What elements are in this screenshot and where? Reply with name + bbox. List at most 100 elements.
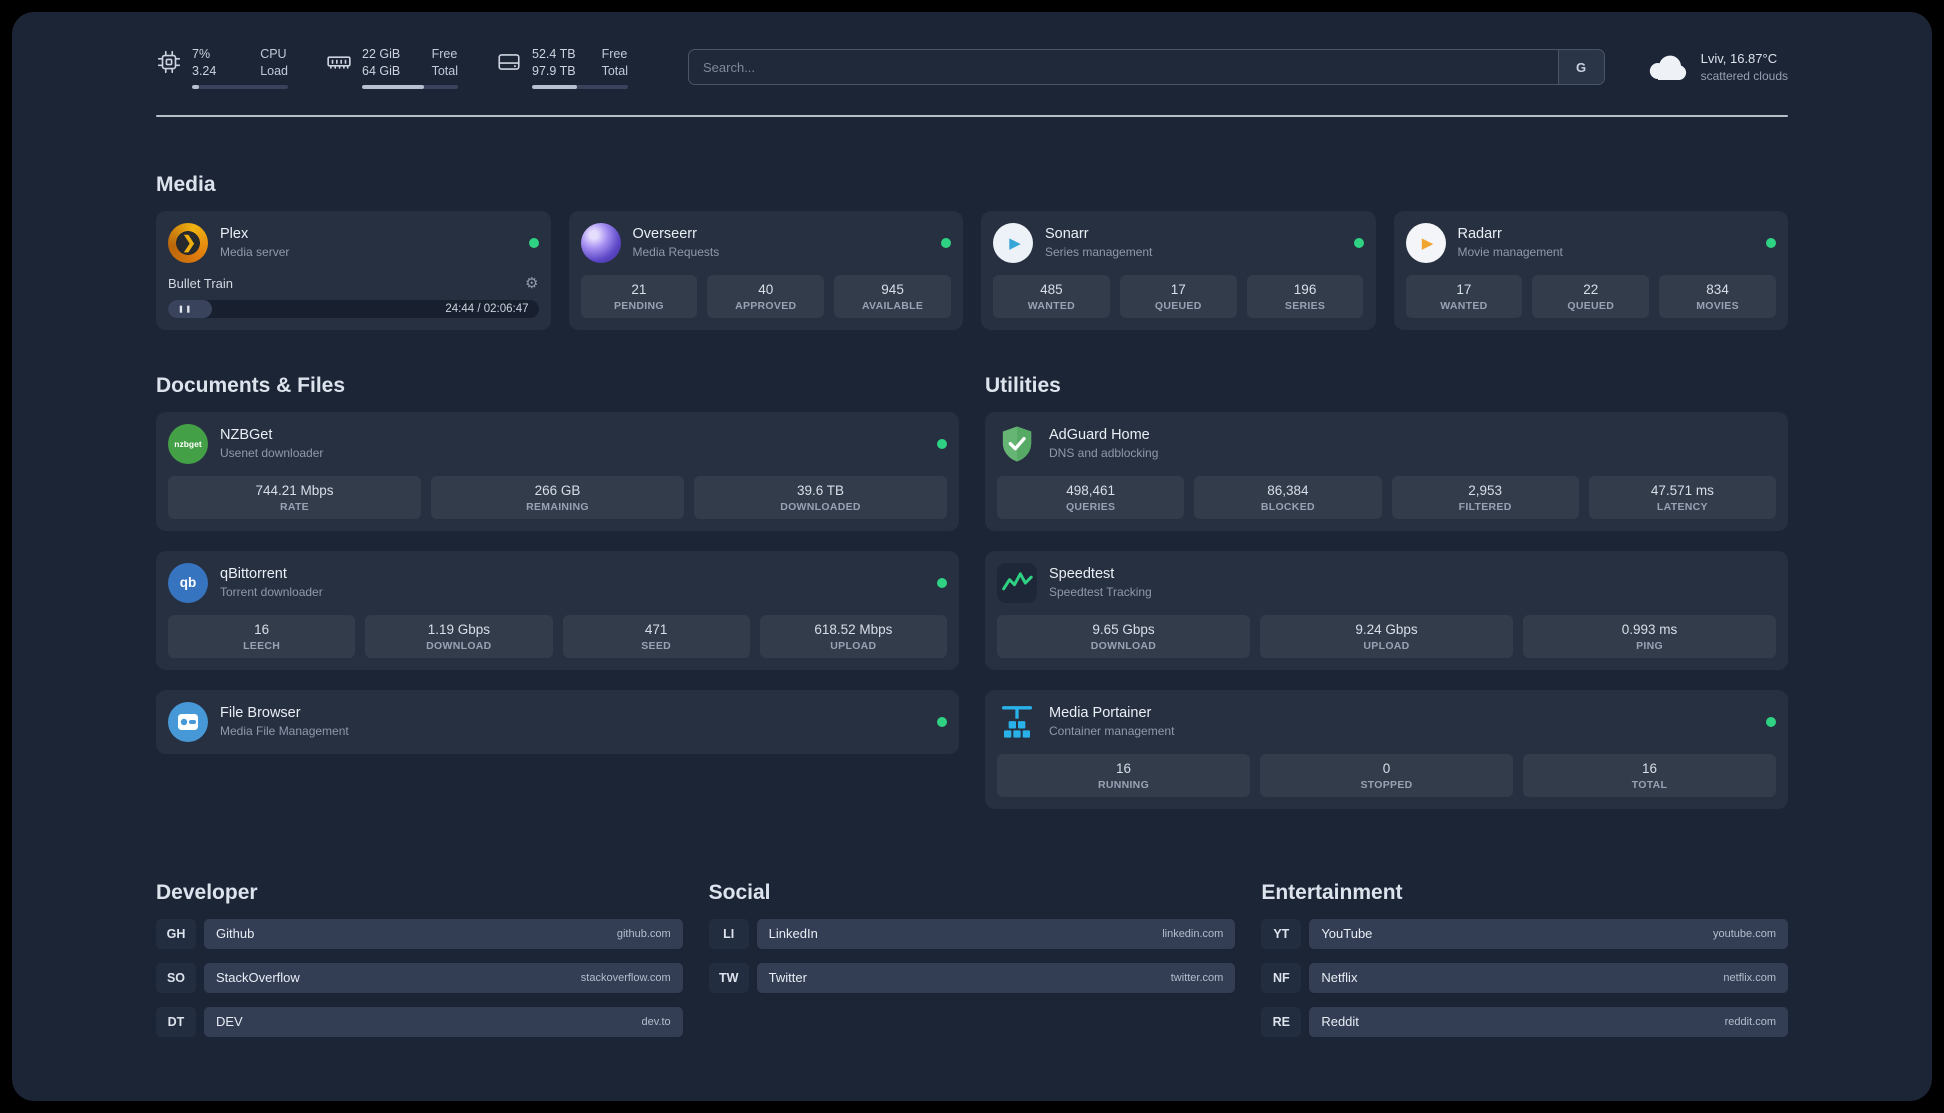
service-name: Speedtest <box>1049 566 1115 583</box>
section-title-entertainment: Entertainment <box>1261 880 1403 904</box>
bookmark-name: LinkedIn <box>768 926 818 942</box>
disk-drive-icon <box>496 49 522 75</box>
speedtest-graph-icon <box>997 562 1037 603</box>
bookmark-reddit[interactable]: RE Reddit reddit.com <box>1261 1006 1788 1037</box>
bookmark-group-entertainment: Entertainment YT YouTube youtube.com NF … <box>1261 881 1788 1051</box>
section-title-developer: Developer <box>156 880 258 904</box>
service-subtitle: Media Requests <box>632 244 720 259</box>
stat-running: 16 RUNNING <box>997 753 1250 797</box>
service-card-radarr[interactable]: ▶ Radarr Movie management 17 WANTED 22 Q… <box>1393 210 1788 330</box>
bookmark-name: DEV <box>216 1014 243 1030</box>
filebrowser-icon <box>168 701 208 742</box>
stat-movies: 834 MOVIES <box>1659 274 1776 318</box>
adguard-shield-icon <box>997 424 1037 464</box>
portainer-crane-icon <box>997 702 1037 742</box>
service-subtitle: Media server <box>220 244 290 259</box>
service-name: Media Portainer <box>1049 705 1152 722</box>
stat-remaining: 266 GB REMAINING <box>431 475 684 519</box>
disk-free-value: 52.4 TB <box>532 47 576 61</box>
service-card-filebrowser[interactable]: File Browser Media File Management <box>156 689 959 754</box>
status-dot <box>941 237 951 248</box>
service-card-sonarr[interactable]: ▶ Sonarr Series management 485 WANTED 17… <box>981 210 1376 330</box>
service-name: AdGuard Home <box>1049 427 1150 444</box>
memory-total-value: 64 GiB <box>362 63 401 78</box>
bookmark-name: YouTube <box>1321 926 1373 942</box>
bookmark-domain: github.com <box>616 927 671 940</box>
service-subtitle: Movie management <box>1457 244 1563 259</box>
bookmark-stackoverflow[interactable]: SO StackOverflow stackoverflow.com <box>156 962 683 993</box>
cpu-percent: 7% <box>192 47 211 61</box>
pause-button[interactable]: ❚❚ <box>178 305 193 313</box>
service-card-plex[interactable]: ❯ Plex Media server Bullet Train ⚙ ❚❚ 24… <box>156 210 551 330</box>
settings-gear-icon[interactable]: ⚙ <box>525 276 538 291</box>
service-card-overseerr[interactable]: Overseerr Media Requests 21 PENDING 40 A… <box>568 210 963 330</box>
cpu-widget: 7% 3.24 CPU Load <box>156 46 288 89</box>
service-card-adguard[interactable]: AdGuard Home DNS and adblocking 498,461 … <box>985 411 1788 531</box>
stat-download: 9.65 Gbps DOWNLOAD <box>997 614 1250 658</box>
bookmark-dev[interactable]: DT DEV dev.to <box>156 1006 683 1037</box>
now-playing-title: Bullet Train <box>168 275 234 291</box>
bookmark-domain: netflix.com <box>1723 971 1776 984</box>
status-dot <box>937 577 947 588</box>
disk-free-label: Free <box>601 47 628 61</box>
stat-wanted: 17 WANTED <box>1405 274 1523 318</box>
service-card-nzbget[interactable]: nzbget NZBGet Usenet downloader 744.21 M… <box>156 411 959 531</box>
bookmark-name: Netflix <box>1321 970 1358 986</box>
bookmark-group-social: Social LI LinkedIn linkedin.com TW Twitt… <box>708 880 1236 1007</box>
stat-leech: 16 LEECH <box>168 614 356 658</box>
service-name: Plex <box>220 226 249 243</box>
playback-progress-bar[interactable]: ❚❚ 24:44 / 02:06:47 <box>168 299 539 318</box>
status-dot <box>1766 237 1776 248</box>
bookmark-abbr: TW <box>708 962 749 993</box>
disk-widget: 52.4 TB 97.9 TB Free Total <box>496 46 628 89</box>
service-card-portainer[interactable]: Media Portainer Container management 16 … <box>985 689 1788 809</box>
status-dot <box>1766 716 1776 727</box>
search-input[interactable] <box>689 50 1558 85</box>
search-provider-button[interactable]: G <box>1557 50 1604 85</box>
service-card-speedtest[interactable]: Speedtest Speedtest Tracking 9.65 Gbps D… <box>985 550 1788 670</box>
memory-widget: 22 GiB 64 GiB Free Total <box>326 46 458 89</box>
service-card-qbittorrent[interactable]: qb qBittorrent Torrent downloader 16 LEE… <box>156 550 959 670</box>
cpu-load: 3.24 <box>192 63 217 78</box>
stat-queries: 498,461 QUERIES <box>997 475 1185 519</box>
disk-usage-bar <box>532 84 628 89</box>
weather-widget: Lviv, 16.87°C scattered clouds <box>1647 51 1788 83</box>
bookmark-domain: youtube.com <box>1713 927 1776 940</box>
service-subtitle: Series management <box>1045 244 1153 259</box>
stat-seed: 471 SEED <box>562 614 750 658</box>
status-dot <box>1353 237 1364 248</box>
overseerr-icon <box>580 222 621 263</box>
service-name: File Browser <box>220 705 301 722</box>
weather-location: Lviv, 16.87°C <box>1700 51 1778 67</box>
qbittorrent-icon: qb <box>168 562 208 603</box>
disk-total-label: Total <box>601 63 628 78</box>
cpu-chip-icon <box>156 49 182 75</box>
stat-queued: 17 QUEUED <box>1119 274 1237 318</box>
bookmark-group-developer: Developer GH Github github.com SO StackO… <box>156 881 683 1051</box>
service-name: Radarr <box>1457 226 1502 243</box>
status-dot <box>937 716 947 727</box>
bookmark-youtube[interactable]: YT YouTube youtube.com <box>1261 918 1788 949</box>
bookmark-abbr: YT <box>1261 918 1302 949</box>
stat-available: 945 AVAILABLE <box>834 274 951 318</box>
stat-series: 196 SERIES <box>1246 274 1364 318</box>
bookmark-github[interactable]: GH Github github.com <box>156 918 683 949</box>
bookmark-abbr: RE <box>1261 1006 1302 1037</box>
status-dot <box>528 237 539 248</box>
bookmark-name: StackOverflow <box>216 970 300 986</box>
bookmark-twitter[interactable]: TW Twitter twitter.com <box>708 962 1236 993</box>
bookmark-abbr: GH <box>156 918 196 949</box>
stat-ping: 0.993 ms PING <box>1523 614 1776 658</box>
bookmark-netflix[interactable]: NF Netflix netflix.com <box>1261 962 1788 993</box>
stat-wanted: 485 WANTED <box>993 274 1110 318</box>
sonarr-icon: ▶ <box>993 222 1033 263</box>
stat-latency: 47.571 ms LATENCY <box>1588 475 1776 519</box>
section-documents-files: Documents & Files nzbget NZBGet Usenet d… <box>156 374 959 754</box>
section-title-social: Social <box>708 880 771 904</box>
stat-total: 16 TOTAL <box>1523 753 1776 797</box>
stat-upload: 618.52 Mbps UPLOAD <box>759 614 947 658</box>
stat-approved: 40 APPROVED <box>707 274 825 318</box>
stat-downloaded: 39.6 TB DOWNLOADED <box>694 475 947 519</box>
bookmark-linkedin[interactable]: LI LinkedIn linkedin.com <box>708 918 1236 949</box>
section-title-documents: Documents & Files <box>156 373 346 397</box>
